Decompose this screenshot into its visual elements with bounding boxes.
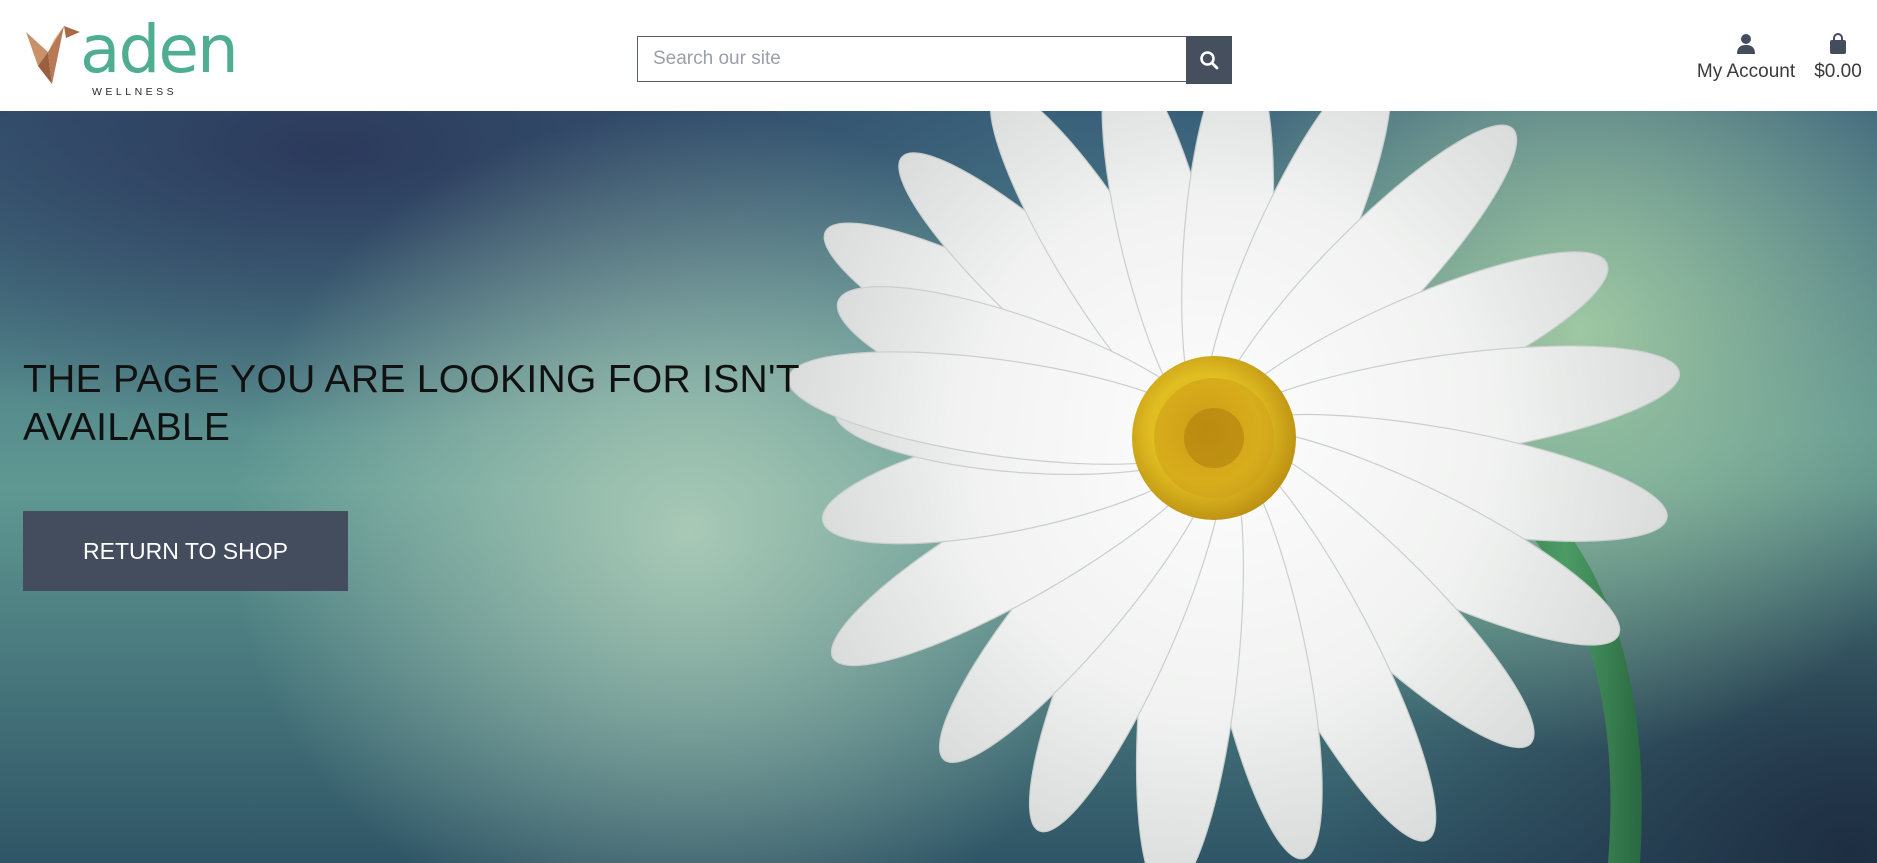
search-button[interactable]: [1186, 36, 1232, 84]
my-account-link[interactable]: My Account: [1684, 32, 1808, 90]
shopping-bag-icon: [1830, 33, 1846, 54]
daisy-image: [787, 111, 1681, 863]
site-header: aden WELLNESS My Account $0.00: [0, 0, 1877, 111]
cart-link[interactable]: $0.00: [1812, 32, 1864, 90]
logo-wordmark: aden: [80, 11, 239, 88]
cart-total: $0.00: [1814, 61, 1862, 82]
site-logo[interactable]: aden WELLNESS: [26, 11, 256, 104]
search-icon: [1200, 51, 1219, 70]
user-icon: [1737, 34, 1755, 54]
origami-bird-icon: [26, 26, 80, 84]
error-headline: THE PAGE YOU ARE LOOKING FOR ISN'T AVAIL…: [23, 358, 800, 449]
search-input[interactable]: [637, 36, 1230, 82]
return-to-shop-button[interactable]: RETURN TO SHOP: [23, 511, 348, 591]
my-account-label: My Account: [1696, 61, 1796, 82]
search-form: [637, 36, 1232, 84]
hero-banner: THE PAGE YOU ARE LOOKING FOR ISN'T AVAIL…: [0, 111, 1877, 863]
logo-subtitle: WELLNESS: [92, 86, 178, 98]
